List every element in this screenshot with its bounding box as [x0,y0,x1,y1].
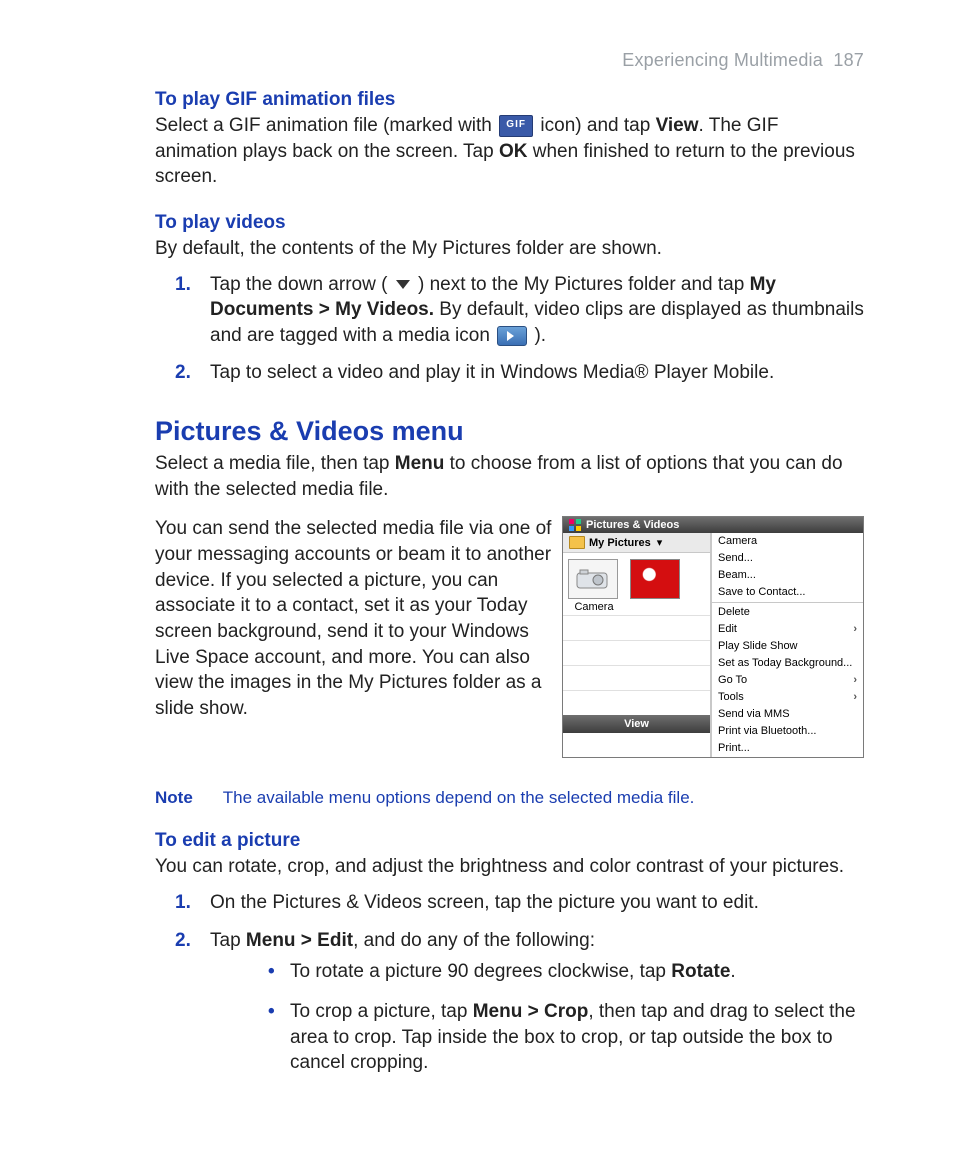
list-item: To crop a picture, tap Menu > Crop, then… [210,999,864,1076]
edit-steps: 1. On the Pictures & Videos screen, tap … [155,890,864,1076]
ss-context-menu: Camera Send... Beam... Save to Contact..… [711,533,863,757]
manual-page: Experiencing Multimedia 187 To play GIF … [0,0,954,1150]
gif-paragraph: Select a GIF animation file (marked with… [155,113,864,190]
pv-paragraph-2: You can send the selected media file via… [155,516,552,721]
list-item: 1. On the Pictures & Videos screen, tap … [155,890,864,916]
ss-folder-bar: My Pictures ▾ [563,533,710,553]
menu-item: Send... [712,550,863,567]
ss-titlebar: Pictures & Videos [563,517,863,533]
heading-edit: To edit a picture [155,830,864,852]
ss-thumb-image [625,553,687,615]
menu-item: Play Slide Show [712,638,863,655]
menu-item: Tools [712,689,863,706]
chevron-down-icon: ▾ [657,536,663,549]
menu-item: Print via Bluetooth... [712,723,863,740]
menu-item: Camera [712,533,863,550]
text-and-screenshot: You can send the selected media file via… [155,516,864,758]
menu-item: Edit [712,621,863,638]
running-header: Experiencing Multimedia 187 [155,50,864,71]
ss-folder-name: My Pictures [589,537,651,549]
ss-title: Pictures & Videos [586,519,679,531]
note-label: Note [155,788,193,808]
edit-intro: You can rotate, crop, and adjust the bri… [155,854,864,880]
note-text: The available menu options depend on the… [223,788,695,808]
menu-item: Save to Contact... [712,584,863,601]
device-screenshot: Pictures & Videos My Pictures ▾ Camera [562,516,864,758]
heading-gif: To play GIF animation files [155,89,864,111]
menu-item: Beam... [712,567,863,584]
list-item: 2. Tap Menu > Edit, and do any of the fo… [155,928,864,1076]
ss-softkey-view: View [563,715,710,733]
list-item: 1. Tap the down arrow ( ) next to the My… [155,272,864,349]
media-icon [497,326,527,346]
videos-intro: By default, the contents of the My Pictu… [155,236,864,262]
pv-paragraph-1: Select a media file, then tap Menu to ch… [155,451,864,502]
videos-steps: 1. Tap the down arrow ( ) next to the My… [155,272,864,387]
edit-bullets: To rotate a picture 90 degrees clockwise… [210,959,864,1076]
page-number: 187 [833,50,864,70]
menu-item: Print... [712,740,863,757]
folder-icon [569,536,585,549]
note: Note The available menu options depend o… [155,788,864,808]
list-item: To rotate a picture 90 degrees clockwise… [210,959,864,985]
menu-item: Go To [712,672,863,689]
windows-flag-icon [569,519,581,531]
menu-item: Delete [712,604,863,621]
chevron-down-icon [395,279,411,291]
heading-videos: To play videos [155,212,864,234]
ss-thumb-label: Camera [568,601,620,613]
heading-pv-menu: Pictures & Videos menu [155,416,864,447]
list-item: 2. Tap to select a video and play it in … [155,360,864,386]
menu-item: Send via MMS [712,706,863,723]
menu-item: Set as Today Background... [712,655,863,672]
gif-icon [499,115,533,137]
ss-thumb-camera: Camera [563,553,625,615]
section-name: Experiencing Multimedia [622,50,823,70]
